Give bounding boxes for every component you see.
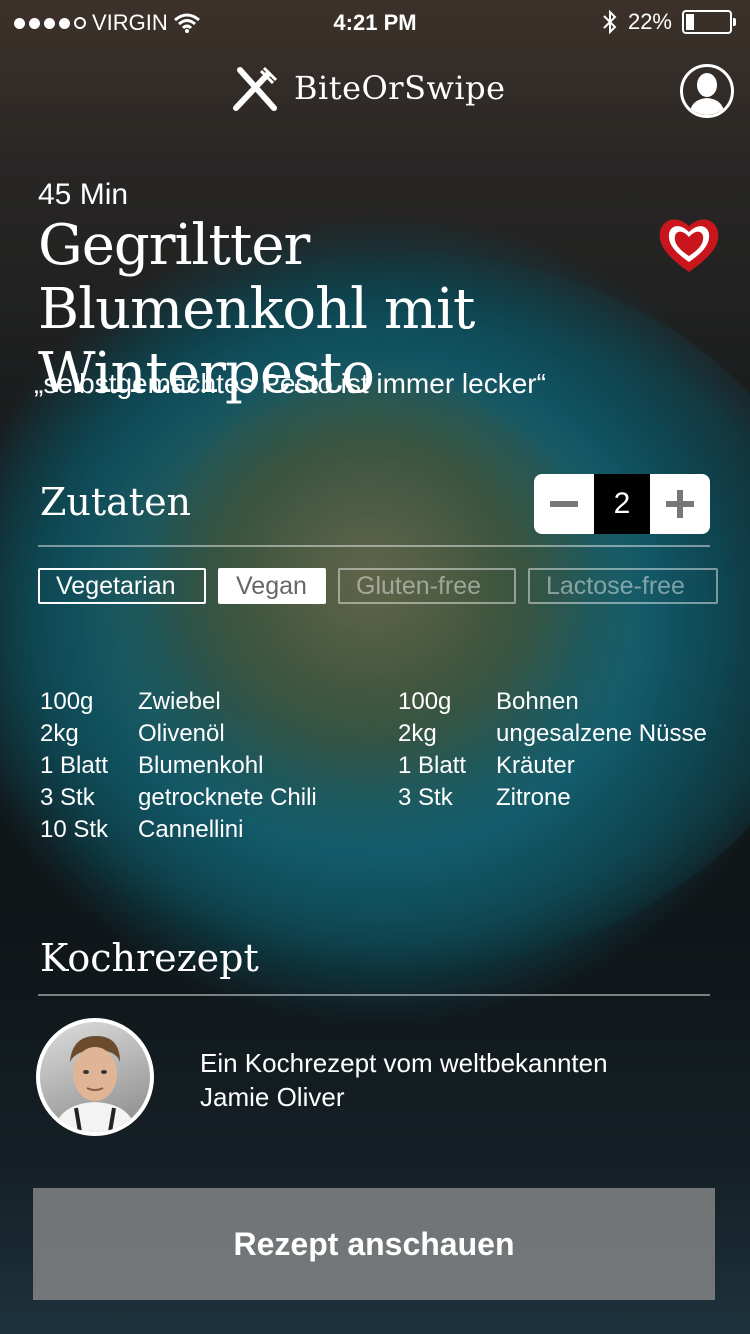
list-item: 10 Stk Cannellini [40, 814, 317, 846]
ingredient-amount: 1 Blatt [40, 752, 109, 779]
list-item: 100g Zwiebel [40, 686, 317, 718]
ingredient-name: Olivenöl [138, 720, 225, 747]
servings-stepper: 2 [534, 474, 710, 534]
ingredient-name: Bohnen [496, 688, 579, 715]
profile-button[interactable] [680, 64, 734, 118]
app-logo[interactable]: BiteOrSwipe [230, 64, 506, 112]
ingredient-amount: 2kg [40, 720, 79, 747]
ingredient-name: ungesalzene Nüsse [496, 720, 707, 747]
recipe-divider [38, 994, 710, 996]
tag-lactose-free[interactable]: Lactose-free [528, 568, 718, 604]
battery-percentage: 22% [627, 9, 672, 34]
ingredients-divider [38, 545, 710, 547]
diet-tags: Vegetarian Vegan Gluten-free Lactose-fre… [38, 568, 718, 604]
recipe-heading: Kochrezept [40, 936, 259, 980]
list-item: 1 Blatt Blumenkohl [40, 750, 317, 782]
list-item: 1 Blatt Kräuter [398, 750, 707, 782]
list-item: 2kg Olivenöl [40, 718, 317, 750]
ingredients-heading: Zutaten [40, 480, 192, 524]
ingredient-list-right: 100g Bohnen 2kg ungesalzene Nüsse 1 Blatt K… [398, 686, 707, 814]
ingredient-name: Zitrone [496, 784, 571, 811]
list-item: 3 Stk getrocknete Chili [40, 782, 317, 814]
tag-gluten-free[interactable]: Gluten-free [338, 568, 516, 604]
app-name: BiteOrSwipe [294, 69, 506, 107]
ingredient-list-left: 100g Zwiebel 2kg Olivenöl 1 Blatt Blumenkoh… [40, 686, 317, 846]
ingredient-amount: 100g [40, 688, 94, 715]
tag-vegetarian[interactable]: Vegetarian [38, 568, 206, 604]
chef-portrait-icon [54, 1036, 136, 1132]
recipe-quote: „selbstgemachtes Pesto ist immer lecker“ [34, 368, 546, 399]
ingredient-amount: 3 Stk [40, 784, 95, 811]
minus-icon [550, 501, 578, 507]
ingredient-name: Zwiebel [138, 688, 221, 715]
battery-icon [682, 10, 736, 34]
chef-text-line1: Ein Kochrezept vom weltbekannten [200, 1048, 608, 1078]
ingredient-name: Kräuter [496, 752, 575, 779]
ingredient-amount: 10 Stk [40, 816, 109, 843]
increase-servings-button[interactable] [650, 474, 710, 534]
chef-name: Jamie Oliver [200, 1082, 345, 1112]
servings-count: 2 [594, 474, 650, 534]
list-item: 3 Stk Zitrone [398, 782, 707, 814]
ingredient-name: Blumenkohl [138, 752, 264, 779]
ingredient-name: getrocknete Chili [138, 784, 317, 811]
tag-vegan[interactable]: Vegan [218, 568, 326, 604]
cooking-duration: 45 Min [38, 178, 129, 211]
user-avatar-icon [689, 73, 725, 115]
chef-description: Ein Kochrezept vom weltbekannten Jamie O… [200, 1046, 660, 1114]
bluetooth-icon [603, 9, 617, 35]
ingredient-amount: 100g [398, 688, 452, 715]
list-item: 2kg ungesalzene Nüsse [398, 718, 707, 750]
view-recipe-button[interactable]: Rezept anschauen [33, 1188, 715, 1300]
heart-icon[interactable] [656, 212, 722, 278]
list-item: 100g Bohnen [398, 686, 707, 718]
ingredient-amount: 2kg [398, 720, 437, 747]
plus-icon [666, 490, 694, 518]
decrease-servings-button[interactable] [534, 474, 594, 534]
fork-knife-cross-icon [233, 66, 278, 111]
ingredient-name: Cannellini [138, 816, 244, 843]
ingredient-amount: 3 Stk [398, 784, 453, 811]
status-bar: VIRGIN 4:21 PM 22% [0, 0, 750, 46]
app-header: BiteOrSwipe [0, 60, 750, 120]
ingredient-amount: 1 Blatt [398, 752, 467, 779]
chef-avatar[interactable] [36, 1018, 154, 1136]
